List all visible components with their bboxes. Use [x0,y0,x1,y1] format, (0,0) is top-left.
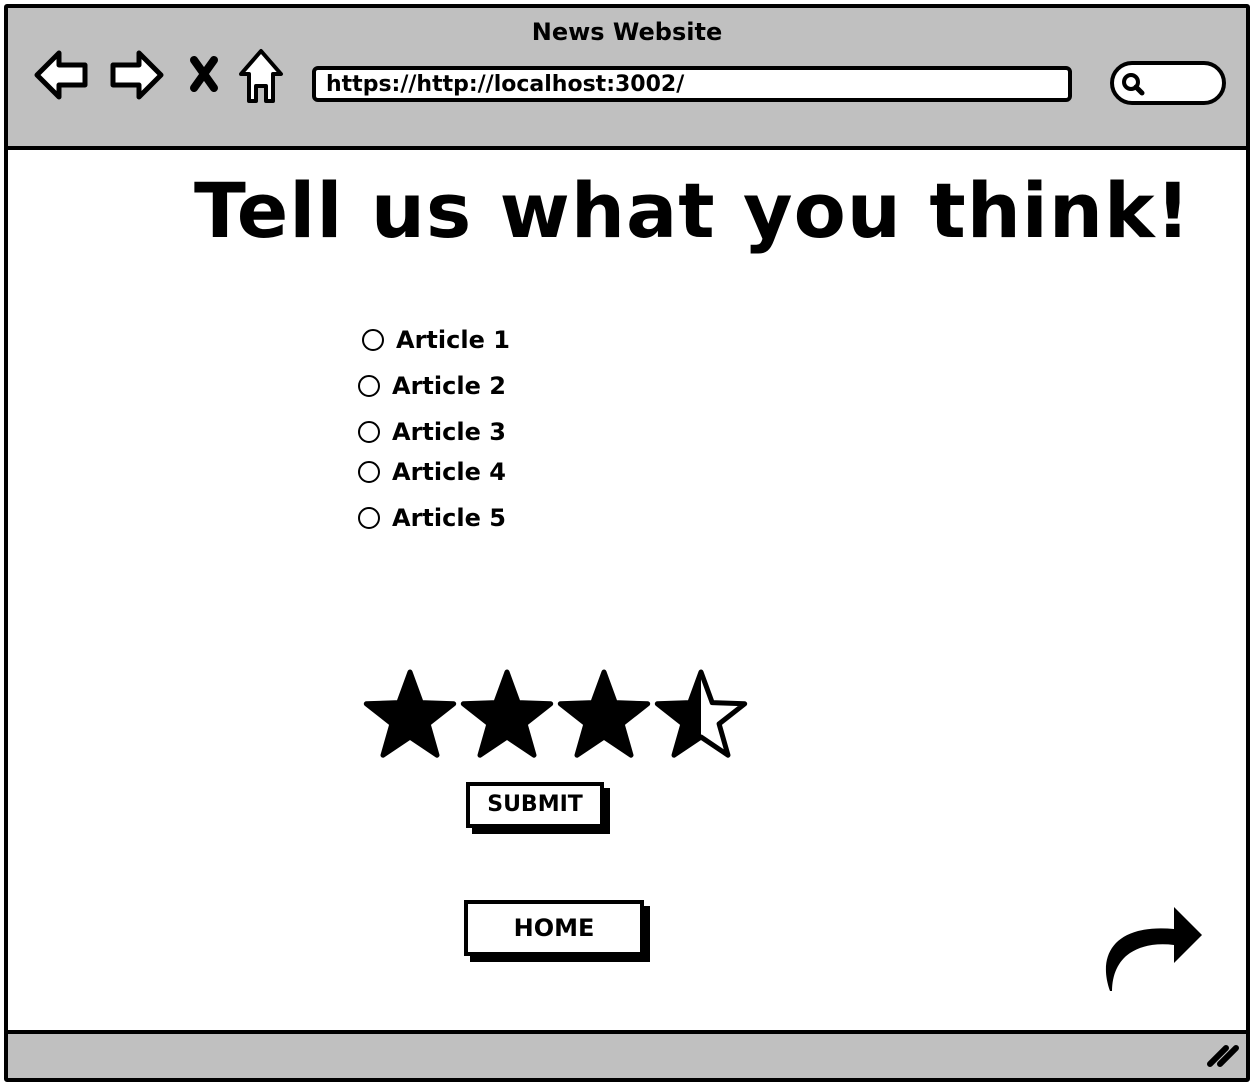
radio-label: Article 4 [392,458,506,486]
radio-button[interactable] [358,461,380,483]
home-button[interactable]: HOME [464,900,644,956]
radio-option-article-4[interactable]: Article 4 [358,458,506,486]
page-title: Tell us what you think! [194,166,1192,255]
radio-option-article-1[interactable]: Article 1 [362,326,510,354]
radio-label: Article 2 [392,372,506,400]
radio-button[interactable] [362,329,384,351]
search-input[interactable] [1110,61,1226,105]
share-icon[interactable] [1098,901,1208,999]
radio-button[interactable] [358,507,380,529]
radio-option-article-3[interactable]: Article 3 [358,418,506,446]
radio-option-article-5[interactable]: Article 5 [358,504,506,532]
status-bar [8,1030,1246,1078]
submit-button[interactable]: SUBMIT [466,782,604,828]
resize-grip-icon[interactable] [1206,1040,1240,1072]
browser-window: News Website https://http://localhost:30… [4,4,1250,1082]
back-arrow-icon[interactable] [32,48,90,106]
home-icon[interactable] [236,46,286,110]
radio-label: Article 3 [392,418,506,446]
radio-button[interactable] [358,421,380,443]
radio-label: Article 5 [392,504,506,532]
star-2-icon[interactable] [460,669,554,758]
browser-toolbar: News Website https://http://localhost:30… [8,8,1246,150]
star-3-icon[interactable] [557,669,651,758]
address-bar[interactable]: https://http://localhost:3002/ [312,66,1072,102]
forward-arrow-icon[interactable] [108,48,166,106]
radio-label: Article 1 [396,326,510,354]
close-icon[interactable] [186,54,222,98]
radio-button[interactable] [358,375,380,397]
window-title: News Website [531,18,723,46]
star-4-icon[interactable] [654,669,748,758]
article-radio-group: Article 1 Article 2 Article 3 Article 4 … [358,326,658,556]
star-rating[interactable] [360,668,760,772]
search-icon [1120,71,1146,101]
star-1-icon[interactable] [363,669,457,758]
radio-option-article-2[interactable]: Article 2 [358,372,506,400]
